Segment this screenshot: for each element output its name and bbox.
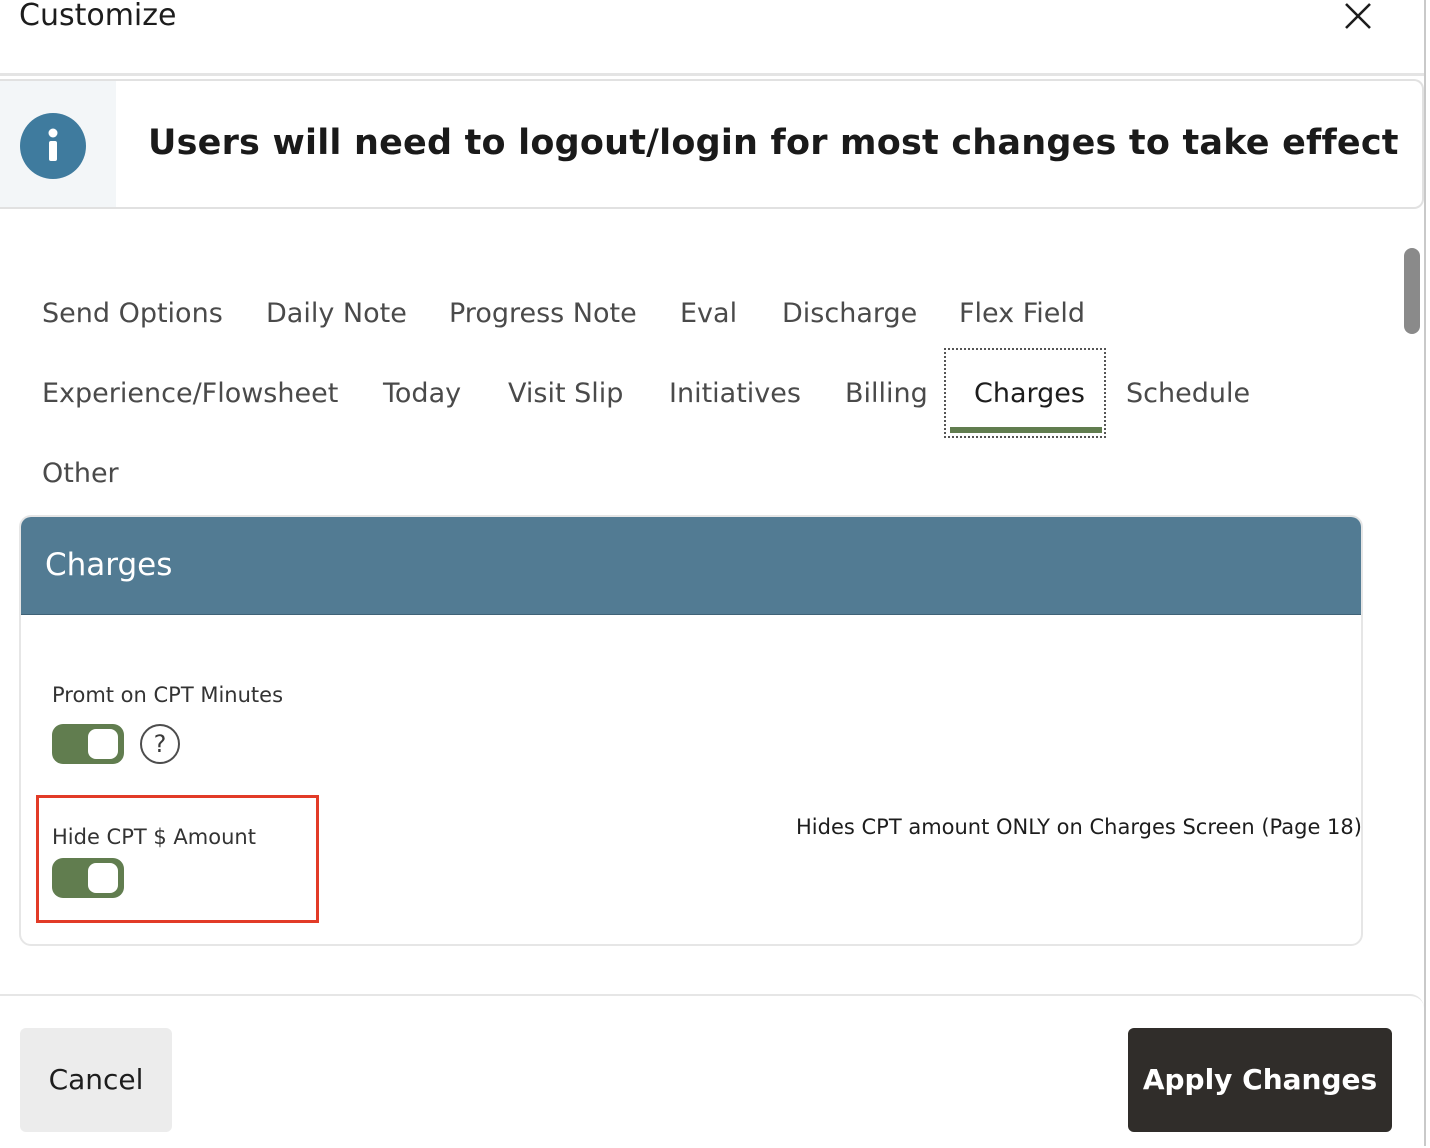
banner-icon-area <box>0 81 116 207</box>
panel-header: Charges <box>21 517 1361 615</box>
dialog-header: Customize <box>0 0 1424 76</box>
info-banner: Users will need to logout/login for most… <box>0 79 1424 209</box>
hide-cpt-amount-description: Hides CPT amount ONLY on Charges Screen … <box>796 815 1362 839</box>
tab-discharge[interactable]: Discharge <box>782 297 917 331</box>
tab-schedule[interactable]: Schedule <box>1126 377 1250 411</box>
apply-changes-button[interactable]: Apply Changes <box>1128 1028 1392 1132</box>
close-icon[interactable] <box>1338 0 1378 36</box>
tab-charges[interactable]: Charges <box>974 377 1085 411</box>
active-tab-indicator <box>950 427 1102 433</box>
tab-progress-note[interactable]: Progress Note <box>449 297 637 331</box>
tab-visit-slip[interactable]: Visit Slip <box>508 377 623 411</box>
window-edge <box>1424 0 1430 1146</box>
promt-cpt-minutes-label: Promt on CPT Minutes <box>52 683 284 707</box>
hide-cpt-amount-label: Hide CPT $ Amount <box>52 825 256 849</box>
tab-experience-flowsheet[interactable]: Experience/Flowsheet <box>42 377 338 411</box>
tab-billing[interactable]: Billing <box>845 377 928 411</box>
banner-message: Users will need to logout/login for most… <box>148 123 1399 163</box>
hide-cpt-amount-toggle[interactable] <box>52 858 124 898</box>
tab-send-options[interactable]: Send Options <box>42 297 223 331</box>
help-icon[interactable]: ? <box>140 724 180 764</box>
info-icon <box>20 113 86 179</box>
tab-daily-note[interactable]: Daily Note <box>266 297 407 331</box>
panel-title: Charges <box>45 547 173 583</box>
cancel-button[interactable]: Cancel <box>20 1028 172 1132</box>
tab-eval[interactable]: Eval <box>680 297 737 331</box>
toggle-knob <box>88 863 118 893</box>
dialog-title: Customize <box>19 0 177 33</box>
tab-initiatives[interactable]: Initiatives <box>669 377 801 411</box>
promt-cpt-minutes-toggle[interactable] <box>52 724 124 764</box>
scrollbar-thumb[interactable] <box>1404 248 1420 334</box>
tab-today[interactable]: Today <box>383 377 461 411</box>
tab-other[interactable]: Other <box>42 457 119 491</box>
toggle-knob <box>88 729 118 759</box>
tab-flex-field[interactable]: Flex Field <box>959 297 1085 331</box>
